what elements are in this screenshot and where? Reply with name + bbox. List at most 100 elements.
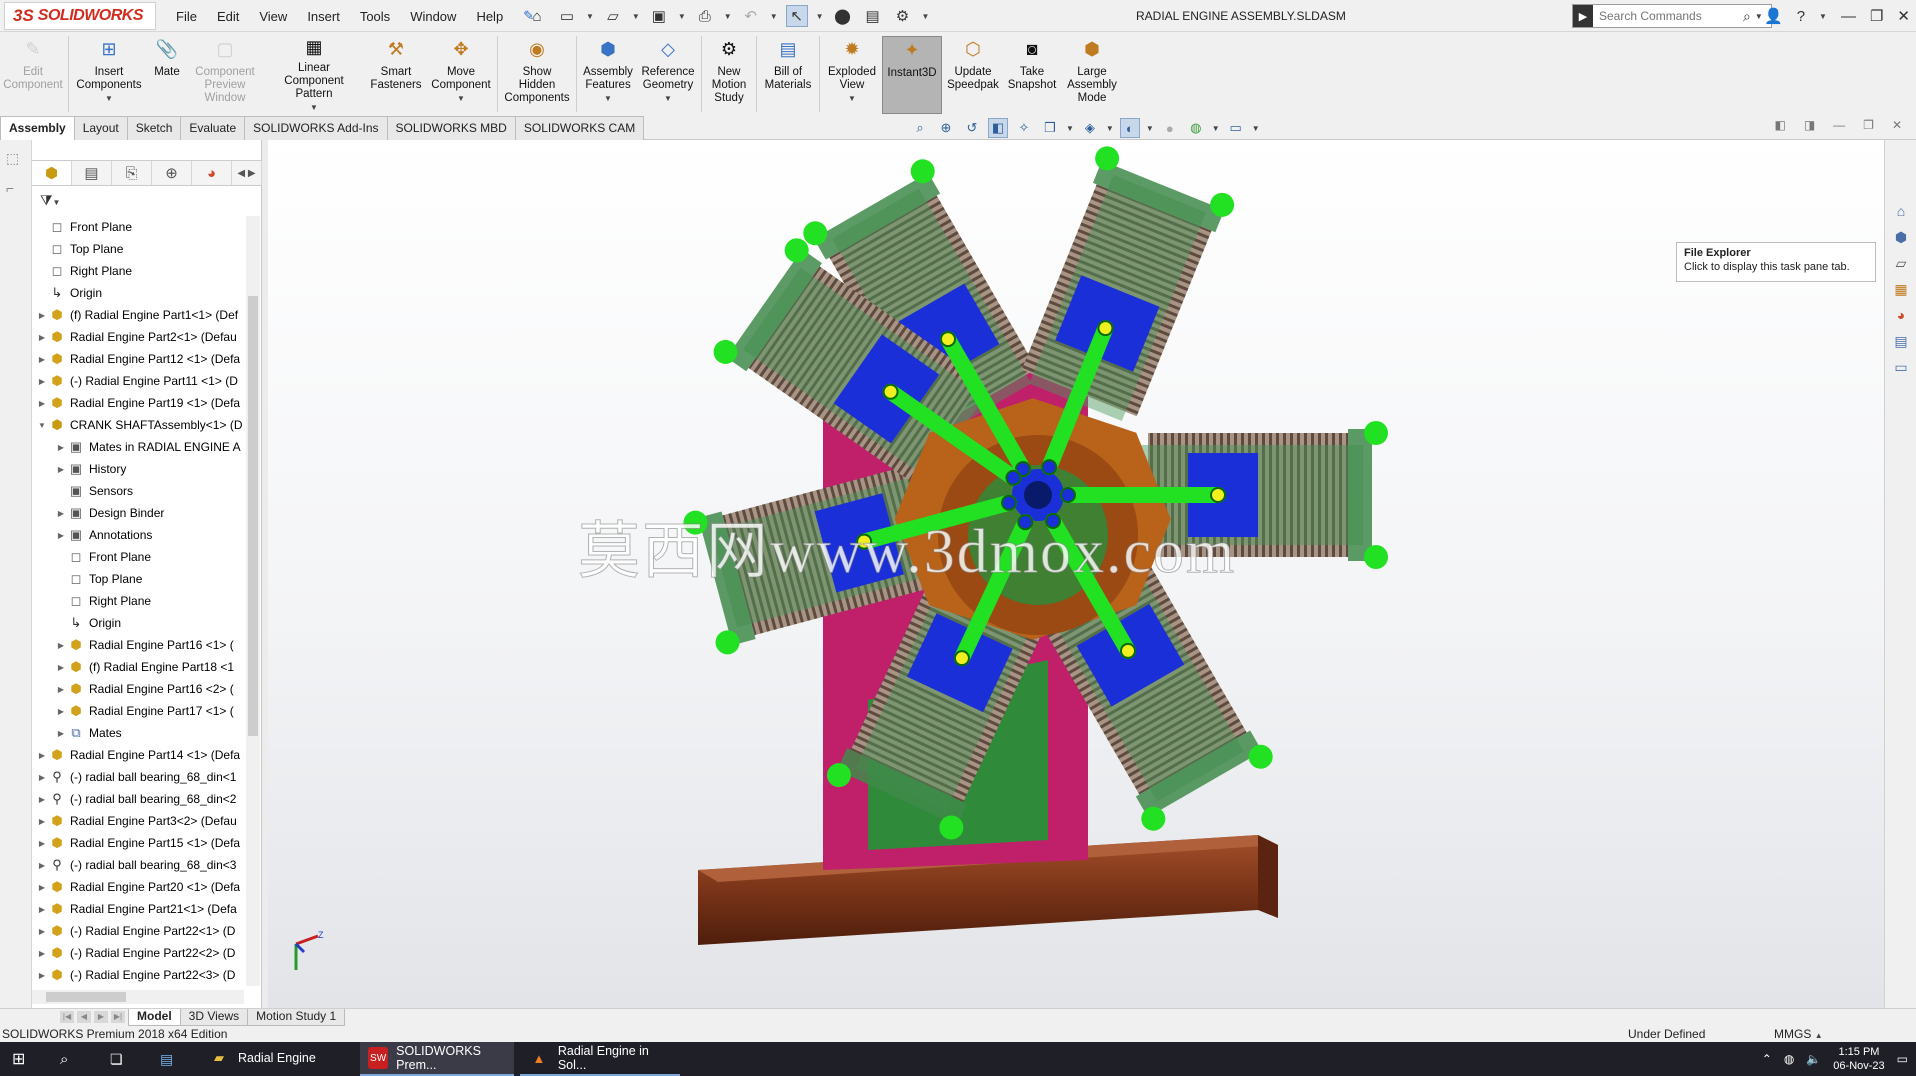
open-folder-icon[interactable]: ▱	[602, 5, 624, 27]
expand-arrow-icon[interactable]: ▶	[36, 861, 48, 870]
tree-item[interactable]: ▶ ⬢ Radial Engine Part2<1> (Defau	[32, 326, 244, 348]
tree-item[interactable]: ▶ ⬢ Radial Engine Part16 <2> (	[32, 678, 244, 700]
print-icon[interactable]: ⎙	[694, 5, 716, 27]
tree-item[interactable]: ▶ ▣ Annotations	[32, 524, 244, 546]
search-scope-icon[interactable]: ▶	[1573, 5, 1593, 27]
chevron-down-icon[interactable]: ▼	[1066, 124, 1074, 133]
tab-solidworks-add-ins[interactable]: SOLIDWORKS Add-Ins	[244, 116, 388, 140]
filter-icon[interactable]: ⧩▼	[40, 192, 60, 209]
show-hidden-components-button[interactable]: ◉ Show Hidden Components	[500, 36, 574, 114]
tree-item[interactable]: ▶ ⬢ Radial Engine Part15 <1> (Defa	[32, 832, 244, 854]
smart-fasteners-button[interactable]: ⚒ Smart Fasteners	[365, 36, 427, 114]
chevron-down-icon[interactable]: ▼	[816, 12, 824, 21]
expand-arrow-icon[interactable]: ▶	[55, 465, 67, 474]
tree-item[interactable]: ▶ ⬢ (-) Radial Engine Part11 <1> (D	[32, 370, 244, 392]
expand-arrow-icon[interactable]: ▶	[36, 905, 48, 914]
last-tab-arrow-icon[interactable]: ▶|	[111, 1011, 125, 1023]
first-tab-arrow-icon[interactable]: |◀	[60, 1011, 74, 1023]
start-button[interactable]: ⊞	[12, 1042, 40, 1076]
taskbar-item-solidworks[interactable]: SW SOLIDWORKS Prem...	[360, 1042, 514, 1076]
instant3d-button[interactable]: ✦ Instant3D	[882, 36, 942, 114]
exploded-view-button[interactable]: ✹ Exploded View ▼	[822, 36, 882, 114]
menu-edit[interactable]: Edit	[217, 9, 239, 24]
prev-tab-arrow-icon[interactable]: ◀	[77, 1011, 91, 1023]
appearances-scenes-icon[interactable]: ◕	[1890, 304, 1912, 326]
tree-item[interactable]: ▶ ⬢ (f) Radial Engine Part1<1> (Def	[32, 304, 244, 326]
search-icon[interactable]: ⌕	[1743, 8, 1751, 25]
custom-properties-icon[interactable]: ▤	[1890, 330, 1912, 352]
menu-tools[interactable]: Tools	[360, 9, 390, 24]
tree-item[interactable]: ▶ ⚲ (-) radial ball bearing_68_din<2	[32, 788, 244, 810]
update-speedpak-button[interactable]: ⬡ Update Speedpak	[942, 36, 1004, 114]
design-library-icon[interactable]: ⬢	[1890, 226, 1912, 248]
apply-scene-icon[interactable]: ◍	[1186, 118, 1206, 138]
search-input[interactable]	[1593, 9, 1743, 23]
design-library-icon[interactable]: ⬚	[6, 150, 26, 170]
tree-item[interactable]: ▶ ⬢ Radial Engine Part19 <1> (Defa	[32, 392, 244, 414]
expand-arrow-icon[interactable]: ▶	[55, 443, 67, 452]
tree-item[interactable]: ◻ Right Plane	[32, 260, 244, 282]
tree-item[interactable]: ▼ ⬢ CRANK SHAFTAssembly<1> (D	[32, 414, 244, 436]
tree-item[interactable]: ▶ ⬢ Radial Engine Part16 <1> (	[32, 634, 244, 656]
view-orientation-icon[interactable]: ❒	[1040, 118, 1060, 138]
tree-item[interactable]: ▶ ⬢ Radial Engine Part21<1> (Defa	[32, 898, 244, 920]
configuration-manager-tab[interactable]: ⎘	[112, 161, 152, 185]
clock[interactable]: 1:15 PM 06-Nov-23	[1833, 1045, 1884, 1073]
new-motion-study-button[interactable]: ⚙ New Motion Study	[704, 36, 754, 114]
search-commands-box[interactable]: ▶ ⌕ ▼	[1572, 4, 1772, 28]
zoom-to-area-icon[interactable]: ⊕	[936, 118, 956, 138]
expand-arrow-icon[interactable]: ▶	[36, 883, 48, 892]
user-account-icon[interactable]: 👤	[1764, 7, 1783, 25]
tab-motion-study-1[interactable]: Motion Study 1	[247, 1009, 346, 1026]
assembly-features-button[interactable]: ⬢ Assembly Features ▼	[579, 36, 637, 114]
taskbar-item-vlc-player[interactable]: ▲ Radial Engine in Sol...	[520, 1042, 680, 1076]
reference-geometry-button[interactable]: ◇ Reference Geometry ▼	[637, 36, 699, 114]
tree-item[interactable]: ▶ ▣ Mates in RADIAL ENGINE A	[32, 436, 244, 458]
sketch-icon[interactable]: ⌐	[6, 180, 26, 200]
edit-appearance-icon[interactable]: ●	[1160, 118, 1180, 138]
large-assembly-mode-button[interactable]: ⬢ Large Assembly Mode	[1060, 36, 1124, 114]
tab-solidworks-mbd[interactable]: SOLIDWORKS MBD	[386, 116, 516, 140]
tree-item[interactable]: ◻ Front Plane	[32, 546, 244, 568]
linear-component-pattern-button[interactable]: ▦ Linear Component Pattern ▼	[263, 36, 365, 114]
expand-arrow-icon[interactable]: ▶	[55, 663, 67, 672]
move-component-button[interactable]: ✥ Move Component ▼	[427, 36, 495, 114]
menu-window[interactable]: Window	[410, 9, 456, 24]
chevron-down-icon[interactable]: ▼	[1819, 12, 1827, 21]
expand-arrow-icon[interactable]: ▶	[55, 729, 67, 738]
tab-sketch[interactable]: Sketch	[126, 116, 182, 140]
notifications-icon[interactable]: ▭	[1897, 1052, 1908, 1066]
display-manager-tab[interactable]: ◕	[192, 161, 232, 185]
expand-arrow-icon[interactable]: ▶	[36, 311, 48, 320]
chevron-down-icon[interactable]: ▼	[922, 12, 930, 21]
dynamic-annotation-icon[interactable]: ✧	[1014, 118, 1034, 138]
home-icon[interactable]: ⌂	[526, 5, 548, 27]
component-preview-window-button[interactable]: ▢ Component Preview Window	[187, 36, 263, 114]
dimxpert-manager-tab[interactable]: ⊕	[152, 161, 192, 185]
chevron-down-icon[interactable]: ▼	[724, 12, 732, 21]
chevron-down-icon[interactable]: ▼	[632, 12, 640, 21]
tab-scroll-arrows[interactable]: ◀ ▶	[232, 161, 262, 185]
tree-item[interactable]: ▶ ⬢ (-) Radial Engine Part22<3> (D	[32, 964, 244, 986]
tree-item[interactable]: ↳ Origin	[32, 612, 244, 634]
tree-horizontal-scrollbar[interactable]	[32, 990, 244, 1004]
property-manager-tab[interactable]: ▤	[72, 161, 112, 185]
volume-icon[interactable]: 🔈	[1806, 1052, 1821, 1066]
tab-evaluate[interactable]: Evaluate	[180, 116, 246, 140]
tree-item[interactable]: ▶ ⬢ Radial Engine Part20 <1> (Defa	[32, 876, 244, 898]
chevron-down-icon[interactable]: ▼	[1755, 12, 1763, 21]
tree-vertical-scrollbar[interactable]	[246, 216, 260, 986]
tab-model[interactable]: Model	[128, 1009, 181, 1026]
minimize-icon[interactable]: —	[1841, 8, 1856, 25]
restore-icon[interactable]: ❐	[1863, 118, 1874, 132]
undo-icon[interactable]: ↶	[740, 5, 762, 27]
menu-help[interactable]: Help	[476, 9, 503, 24]
tree-item[interactable]: ▶ ⬢ Radial Engine Part3<2> (Defau	[32, 810, 244, 832]
solidworks-logo[interactable]: 3S SOLIDWORKS	[4, 2, 156, 30]
expand-arrow-icon[interactable]: ▶	[36, 333, 48, 342]
chevron-down-icon[interactable]: ▼	[105, 92, 113, 105]
tree-item[interactable]: ▣ Sensors	[32, 480, 244, 502]
tree-item[interactable]: ▶ ⧉ Mates	[32, 722, 244, 744]
tree-item[interactable]: ▶ ⬢ Radial Engine Part14 <1> (Defa	[32, 744, 244, 766]
graphics-area[interactable]: 莫西网www.3dmox.com Z File Explorer Click t…	[268, 140, 1884, 1008]
